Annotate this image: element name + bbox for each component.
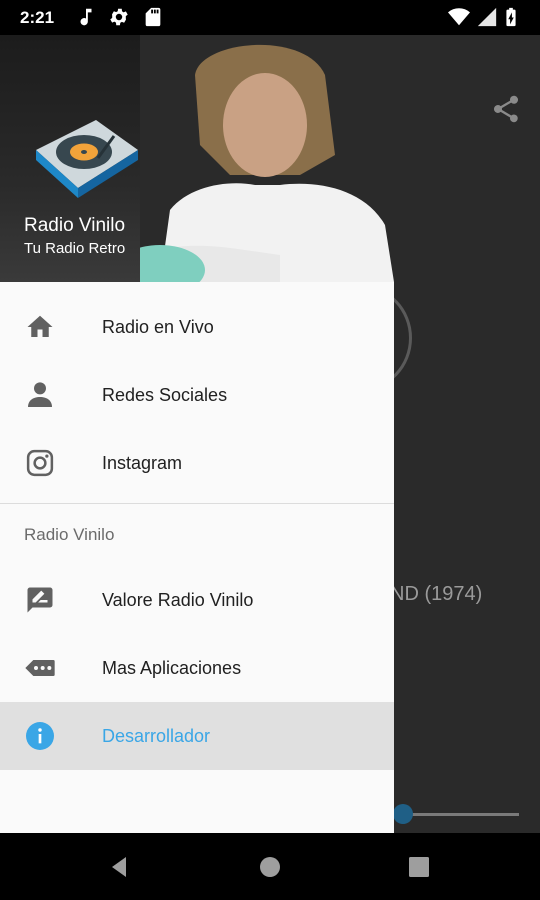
seek-thumb[interactable]: [393, 804, 413, 824]
share-icon[interactable]: [490, 93, 522, 125]
menu-item-valore-radio-vinilo[interactable]: Valore Radio Vinilo: [0, 566, 394, 634]
rate-review-icon: [24, 584, 56, 616]
drawer-title: Radio Vinilo: [24, 215, 126, 236]
settings-icon: [110, 8, 128, 26]
back-icon[interactable]: [108, 855, 132, 879]
menu-item-label: Desarrollador: [102, 725, 211, 746]
battery-icon: [506, 7, 516, 27]
system-nav-bar: [0, 833, 540, 900]
menu-item-redes-sociales[interactable]: Redes Sociales: [0, 361, 394, 429]
recents-icon[interactable]: [407, 855, 431, 879]
menu-item-radio-en-vivo[interactable]: Radio en Vivo: [0, 293, 394, 361]
more-apps-icon: [24, 652, 56, 684]
drawer-subtitle: Tu Radio Retro: [24, 240, 126, 257]
instagram-icon: [24, 447, 56, 479]
song-title: ND (1974): [390, 583, 483, 605]
menu-item-instagram[interactable]: Instagram: [0, 429, 394, 497]
menu-item-label: Mas Aplicaciones: [102, 657, 242, 678]
music-note-icon: [80, 8, 92, 26]
menu-item-mas-aplicaciones[interactable]: Mas Aplicaciones: [0, 634, 394, 702]
status-time: 2:21: [20, 8, 55, 27]
menu-item-label: Instagram: [102, 452, 183, 473]
cell-signal-icon: [477, 7, 497, 27]
menu-item-label: Redes Sociales: [102, 384, 228, 405]
sd-card-icon: [145, 7, 161, 27]
menu-item-label: Radio en Vivo: [102, 316, 214, 337]
home-nav-icon[interactable]: [258, 855, 282, 879]
status-bar: 2:21: [0, 0, 540, 35]
drawer-header: Radio Vinilo Tu Radio Retro: [0, 35, 394, 282]
home-icon: [24, 311, 56, 343]
menu-section-title: Radio Vinilo: [24, 525, 115, 544]
artist-photo: [140, 35, 394, 282]
wifi-icon: [448, 8, 470, 26]
navigation-drawer: Radio Vinilo Tu Radio Retro Radio en Viv…: [0, 35, 394, 833]
seek-track[interactable]: [395, 813, 519, 816]
drawer-menu: Radio en Vivo Redes Sociales Instagram R…: [0, 282, 394, 770]
person-icon: [24, 379, 56, 411]
menu-item-desarrollador[interactable]: Desarrollador: [0, 702, 394, 770]
info-icon: [24, 720, 56, 752]
menu-item-label: Valore Radio Vinilo: [102, 589, 254, 610]
app-logo: [36, 120, 138, 198]
